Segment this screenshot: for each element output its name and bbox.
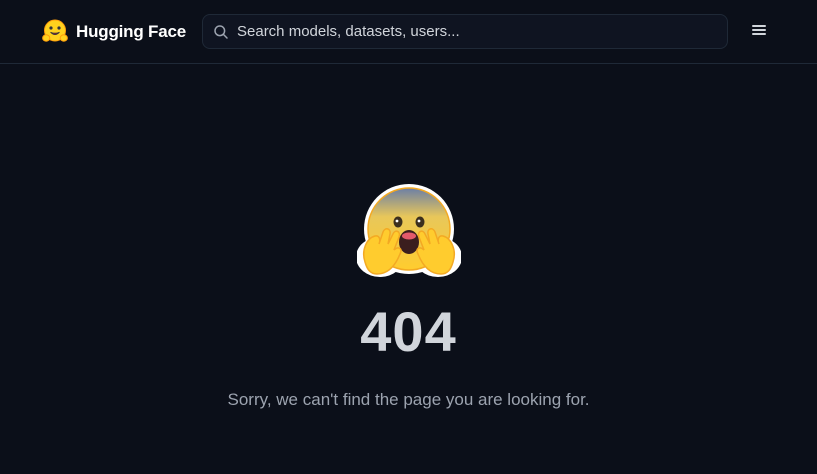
logo-text: Hugging Face bbox=[76, 22, 186, 41]
search-icon bbox=[213, 24, 229, 40]
search-box[interactable] bbox=[202, 14, 728, 49]
home-logo-link[interactable]: Hugging Face bbox=[41, 17, 186, 47]
error-code: 404 bbox=[360, 300, 457, 363]
top-navigation-bar: Hugging Face bbox=[0, 0, 817, 64]
hugging-face-logo-icon bbox=[41, 18, 69, 46]
not-found-content: 404 Sorry, we can't find the page you ar… bbox=[0, 64, 817, 474]
menu-button[interactable] bbox=[748, 22, 770, 42]
hamburger-menu-icon bbox=[752, 23, 766, 41]
search-input[interactable] bbox=[229, 15, 727, 48]
face-screaming-emoji-icon bbox=[356, 184, 462, 280]
error-message: Sorry, we can't find the page you are lo… bbox=[227, 390, 590, 409]
